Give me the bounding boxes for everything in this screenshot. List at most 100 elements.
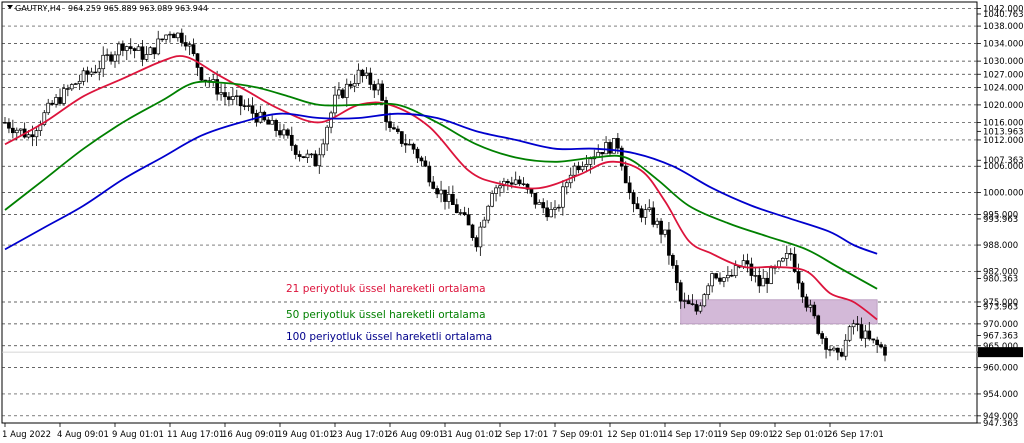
candle-bull [325, 126, 329, 145]
candle-bear [608, 142, 612, 154]
y-tick-label: 947.363 [983, 419, 1018, 429]
candle-bear [623, 165, 628, 184]
candle-bear [788, 252, 793, 255]
candle-bull [478, 226, 483, 248]
candle-bear [388, 121, 392, 128]
candle-bull [588, 158, 593, 165]
candle-bear [714, 273, 718, 279]
y-tick-label: 963.544 [983, 348, 1018, 358]
candle-bear [30, 134, 35, 138]
candle-bull [486, 205, 491, 221]
candle-bull [46, 102, 51, 114]
candle-bull [604, 142, 608, 155]
candle-bear [674, 265, 679, 284]
candle-bear [678, 282, 683, 302]
candle-bull [136, 46, 141, 51]
candle-bull [270, 120, 274, 125]
candle-bear [474, 237, 479, 248]
x-tick-label: 26 Sep 17:01 [827, 430, 884, 440]
candle-bull [847, 326, 852, 341]
candle-bear [227, 96, 231, 100]
candle-bull [832, 347, 836, 351]
candle-bull [851, 323, 856, 328]
y-tick-label: 1034.000 [983, 40, 1024, 50]
candle-bull [62, 88, 66, 104]
zone-layer [680, 299, 878, 325]
x-tick-label: 14 Sep 17:01 [662, 430, 719, 440]
candle-bull [498, 185, 502, 189]
candle-bull [344, 83, 349, 98]
candle-bull [769, 267, 773, 284]
candle-bull [447, 193, 451, 202]
x-tick-label: 11 Aug 17:01 [167, 430, 224, 440]
candle-bear [191, 44, 196, 55]
candle-bull [18, 128, 23, 131]
y-tick-label: 1006.000 [983, 162, 1024, 172]
y-tick-label: 1038.000 [983, 22, 1024, 32]
candle-bear [348, 83, 353, 87]
candle-bull [537, 202, 542, 205]
candle-bull [808, 304, 813, 308]
candle-bear [545, 207, 549, 218]
y-tick-label: 993.963 [983, 215, 1018, 225]
symbol-header: GAUTRY,H4 964.259 965.889 963.089 963.94… [7, 4, 208, 13]
candle-bull [843, 339, 848, 357]
candle-bear [639, 208, 644, 218]
x-tick-label: 1 Aug 2022 [2, 430, 51, 440]
candle-bear [820, 333, 824, 339]
candle-bear [718, 277, 722, 282]
candle-bull [73, 83, 78, 85]
candle-bull [352, 83, 357, 87]
candle-bear [855, 323, 860, 325]
ohlc-values: 964.259 965.889 963.089 963.944 [68, 4, 208, 13]
candle-bear [396, 128, 400, 132]
candle-bear [576, 165, 581, 171]
candle-bear [600, 151, 604, 155]
y-tick-label: 1027.000 [983, 70, 1024, 80]
candle-bear [541, 202, 546, 209]
candle-bull [246, 105, 251, 107]
candle-bear [800, 282, 805, 298]
x-tick-label: 7 Sep 09:01 [552, 430, 603, 440]
y-axis: 1042.0001040.7631038.0001034.0001030.000… [977, 5, 1024, 429]
candle-bear [627, 182, 632, 194]
candle-bear [152, 47, 157, 55]
candle-bear [462, 212, 467, 216]
candle-bear [875, 339, 879, 345]
y-tick-label: 954.000 [983, 390, 1018, 400]
y-tick-label: 1020.000 [983, 101, 1024, 111]
y-tick-label: 970.000 [983, 320, 1018, 330]
candle-bear [745, 260, 750, 265]
candle-bear [509, 182, 514, 185]
candle-bear [341, 89, 345, 98]
legend-ema50: 50 periyotluk üssel hareketli ortalama [286, 309, 486, 321]
candle-bear [66, 88, 70, 90]
candle-bear [368, 72, 373, 85]
candle-bear [160, 38, 164, 41]
candle-bear [451, 193, 455, 205]
candle-bull [234, 95, 239, 98]
candle-bull [101, 54, 106, 70]
candle-bull [553, 207, 557, 210]
candle-bear [58, 97, 62, 104]
candle-bear [50, 102, 54, 105]
candle-bear [399, 131, 404, 144]
candle-bear [297, 154, 302, 157]
candle-bear [651, 207, 656, 225]
candle-bull [364, 72, 369, 77]
candle-bear [427, 165, 432, 183]
candle-bear [796, 271, 801, 284]
candle-bear [274, 120, 278, 131]
candle-bear [859, 324, 864, 339]
candle-bull [733, 265, 738, 277]
candle-bear [667, 229, 671, 256]
candle-bull [81, 70, 86, 82]
candle-bear [286, 129, 290, 136]
y-tick-label: 1012.000 [983, 136, 1024, 146]
candle-bull [643, 209, 648, 218]
candle-bear [466, 214, 471, 226]
candle-bear [824, 338, 828, 350]
candle-bear [871, 338, 876, 341]
x-axis: 1 Aug 2022 4 Aug 09:01 9 Aug 01:01 11 Aug 1… [2, 423, 884, 440]
candle-bull [156, 38, 161, 55]
